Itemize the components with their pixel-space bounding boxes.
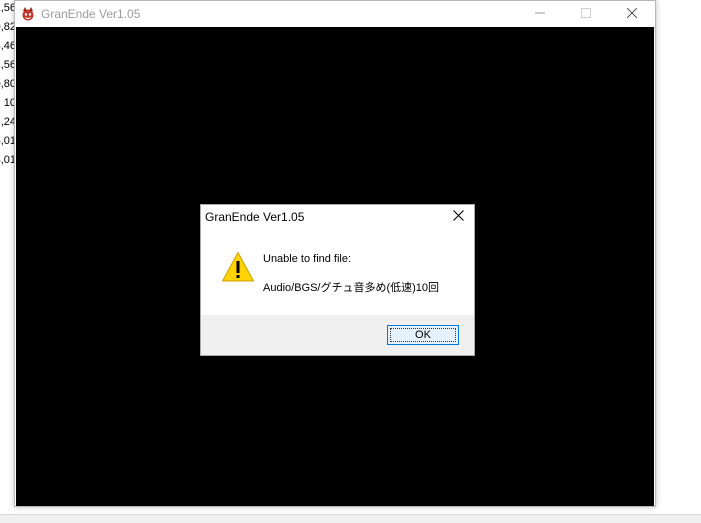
rpg-app-icon [20,6,36,22]
close-icon [626,5,638,23]
minimize-button[interactable] [517,1,563,27]
dialog-close-button[interactable] [442,205,474,229]
maximize-icon [581,5,591,23]
game-titlebar[interactable]: GranEnde Ver1.05 [15,1,655,27]
dialog-message-filepath: Audio/BGS/グチュ音多め(低速)10回 [263,282,440,294]
ok-button[interactable]: OK [387,325,459,345]
dialog-title: GranEnde Ver1.05 [205,210,305,224]
minimize-icon [535,5,545,23]
dialog-button-bar: OK [201,315,474,355]
game-window-title: GranEnde Ver1.05 [41,7,141,21]
warning-icon [221,251,255,283]
close-button[interactable] [609,1,655,27]
error-dialog: GranEnde Ver1.05 Unable to find file: Au… [200,204,475,356]
maximize-button[interactable] [563,1,609,27]
dialog-message-heading: Unable to find file: [263,253,352,265]
close-icon [452,208,464,226]
